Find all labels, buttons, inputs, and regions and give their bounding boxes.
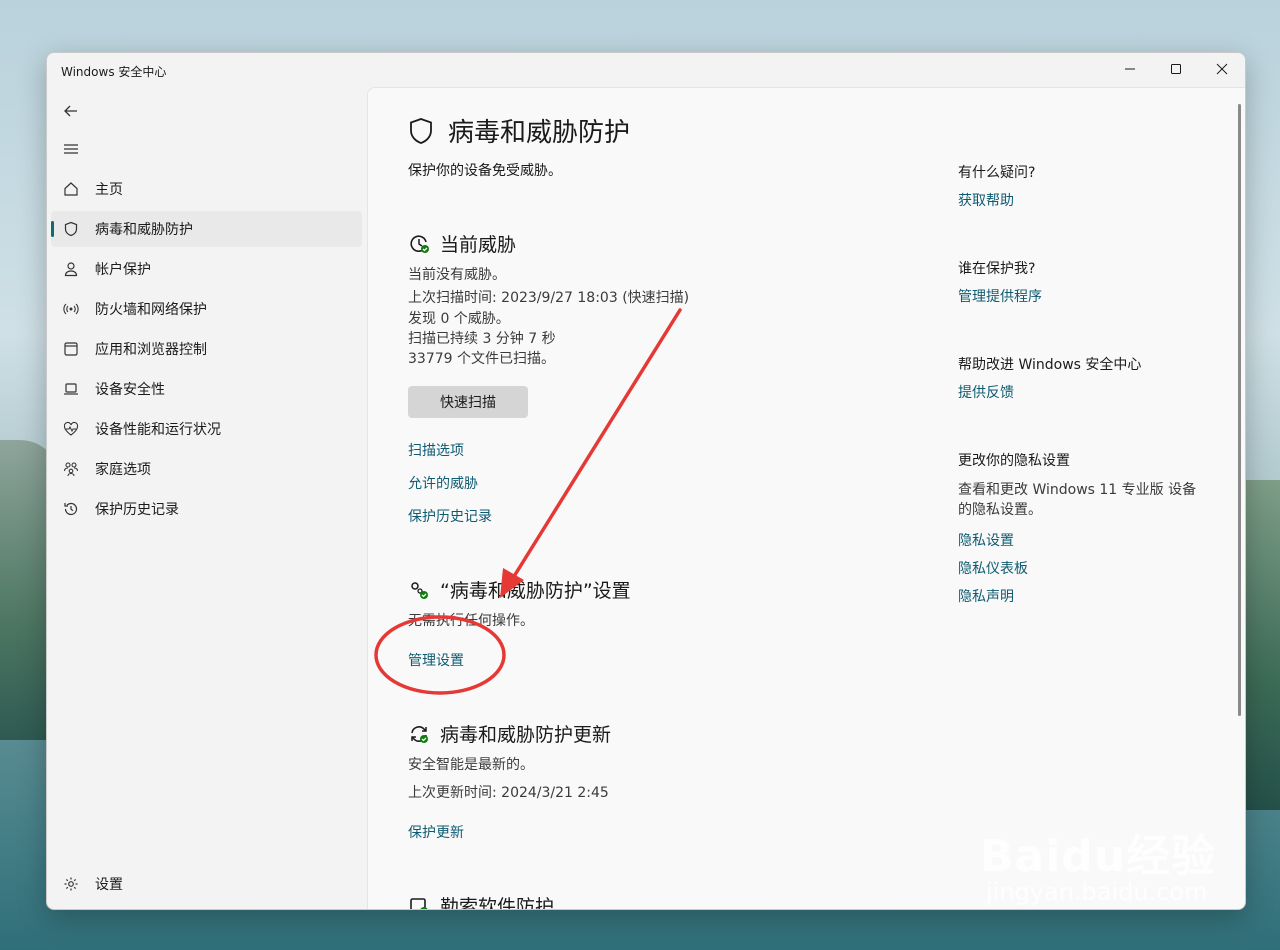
menu-button[interactable] xyxy=(61,139,81,159)
threat-status-text: 当前没有威胁。 xyxy=(408,267,506,283)
privacy-settings-link[interactable]: 隐私设置 xyxy=(958,530,1014,550)
refresh-icon xyxy=(411,725,428,743)
shield-icon xyxy=(61,219,81,239)
minimize-icon xyxy=(1125,68,1135,70)
sidebar-item-label: 设备性能和运行状况 xyxy=(95,422,221,438)
improve-title: 帮助改进 Windows 安全中心 xyxy=(958,357,1142,373)
protection-updates-title: 病毒和威胁防护更新 xyxy=(408,720,611,747)
app-window: Windows 安全中心 主页 病毒和威胁防护 帐户保护 防火墙和网络保护 应用… xyxy=(46,52,1246,910)
threats-found-text: 发现 0 个威胁。 xyxy=(408,311,510,327)
close-button[interactable] xyxy=(1199,53,1245,85)
minimize-button[interactable] xyxy=(1107,53,1153,85)
sidebar-item-label: 家庭选项 xyxy=(95,462,151,478)
watermark-main-text: Baidu经验 xyxy=(980,831,1217,882)
maximize-icon xyxy=(1171,64,1181,74)
sidebar-item-label: 帐户保护 xyxy=(95,262,151,278)
main-content: 病毒和威胁防护 保护你的设备免受威胁。 当前威胁 当前没有威胁。 上次扫描时间:… xyxy=(367,87,1245,909)
back-arrow-icon xyxy=(64,105,77,117)
protection-updates-link[interactable]: 保护更新 xyxy=(408,822,464,842)
privacy-title: 更改你的隐私设置 xyxy=(958,453,1070,469)
protection-history-link[interactable]: 保护历史记录 xyxy=(408,506,492,526)
sidebar-item-label: 应用和浏览器控制 xyxy=(95,342,207,358)
last-scan-text: 上次扫描时间: 2023/9/27 18:03 (快速扫描) xyxy=(408,290,690,306)
give-feedback-link[interactable]: 提供反馈 xyxy=(958,382,1014,402)
maximize-button[interactable] xyxy=(1153,53,1199,85)
sidebar-item-label: 防火墙和网络保护 xyxy=(95,302,207,318)
shield-icon xyxy=(410,117,432,144)
page-subtitle: 保护你的设备免受威胁。 xyxy=(408,163,562,179)
scan-duration-text: 扫描已持续 3 分钟 7 秒 xyxy=(408,331,556,347)
get-help-link[interactable]: 获取帮助 xyxy=(958,190,1014,210)
sidebar-item-home[interactable]: 主页 xyxy=(51,171,362,207)
laptop-icon xyxy=(61,379,81,399)
sidebar-item-history[interactable]: 保护历史记录 xyxy=(51,491,362,527)
sidebar: 主页 病毒和威胁防护 帐户保护 防火墙和网络保护 应用和浏览器控制 设备安全性 … xyxy=(47,87,367,909)
sidebar-item-label: 保护历史记录 xyxy=(95,502,179,518)
quick-scan-button[interactable]: 快速扫描 xyxy=(408,386,528,418)
person-icon xyxy=(61,259,81,279)
heart-pulse-icon xyxy=(61,419,81,439)
privacy-description: 查看和更改 Windows 11 专业版 设备的隐私设置。 xyxy=(958,482,1197,518)
watermark-url-text: jingyan.baidu.com xyxy=(986,878,1208,906)
ransomware-protection-title: 勒索软件防护 xyxy=(408,892,554,909)
sidebar-item-settings[interactable]: 设置 xyxy=(51,866,362,902)
page-title: 病毒和威胁防护 xyxy=(408,112,630,149)
close-icon xyxy=(1216,63,1228,75)
window-title: Windows 安全中心 xyxy=(61,65,167,79)
sidebar-item-label: 设备安全性 xyxy=(95,382,165,398)
last-update-text: 上次更新时间: 2024/3/21 2:45 xyxy=(408,785,609,801)
allowed-threats-link[interactable]: 允许的威胁 xyxy=(408,473,478,493)
sidebar-item-device-performance[interactable]: 设备性能和运行状况 xyxy=(51,411,362,447)
history-icon xyxy=(61,499,81,519)
gear-icon xyxy=(61,874,81,894)
wifi-antenna-icon xyxy=(61,299,81,319)
vertical-scrollbar[interactable] xyxy=(1238,104,1241,716)
settings-status-text: 无需执行任何操作。 xyxy=(408,613,534,629)
back-button[interactable] xyxy=(61,101,81,121)
current-threats-title: 当前威胁 xyxy=(408,230,516,257)
background-hill-right xyxy=(1240,480,1280,810)
questions-title: 有什么疑问? xyxy=(958,165,1036,181)
sidebar-item-family[interactable]: 家庭选项 xyxy=(51,451,362,487)
scan-options-link[interactable]: 扫描选项 xyxy=(408,440,464,460)
app-window-icon xyxy=(61,339,81,359)
protection-settings-title: “病毒和威胁防护”设置 xyxy=(408,576,631,603)
sidebar-item-label: 病毒和威胁防护 xyxy=(95,222,193,238)
sidebar-item-app-browser[interactable]: 应用和浏览器控制 xyxy=(51,331,362,367)
sidebar-item-label: 主页 xyxy=(95,182,123,198)
files-scanned-text: 33779 个文件已扫描。 xyxy=(408,351,555,367)
privacy-statement-link[interactable]: 隐私声明 xyxy=(958,586,1014,606)
sidebar-item-firewall[interactable]: 防火墙和网络保护 xyxy=(51,291,362,327)
sidebar-item-label: 设置 xyxy=(95,877,123,893)
title-bar: Windows 安全中心 xyxy=(47,53,1245,87)
hamburger-icon xyxy=(64,144,78,154)
update-status-text: 安全智能是最新的。 xyxy=(408,757,534,773)
ransomware-icon xyxy=(410,897,428,909)
watermark: Baidu经验 jingyan.baidu.com xyxy=(980,820,1216,906)
settings-gears-icon xyxy=(411,581,428,599)
sidebar-item-account[interactable]: 帐户保护 xyxy=(51,251,362,287)
family-icon xyxy=(61,459,81,479)
home-icon xyxy=(61,179,81,199)
manage-settings-link[interactable]: 管理设置 xyxy=(408,650,464,670)
sidebar-item-device-security[interactable]: 设备安全性 xyxy=(51,371,362,407)
sidebar-item-virus-protection[interactable]: 病毒和威胁防护 xyxy=(51,211,362,247)
privacy-dashboard-link[interactable]: 隐私仪表板 xyxy=(958,558,1028,578)
scan-clock-icon xyxy=(410,234,429,253)
who-protects-title: 谁在保护我? xyxy=(958,261,1036,277)
manage-providers-link[interactable]: 管理提供程序 xyxy=(958,286,1042,306)
